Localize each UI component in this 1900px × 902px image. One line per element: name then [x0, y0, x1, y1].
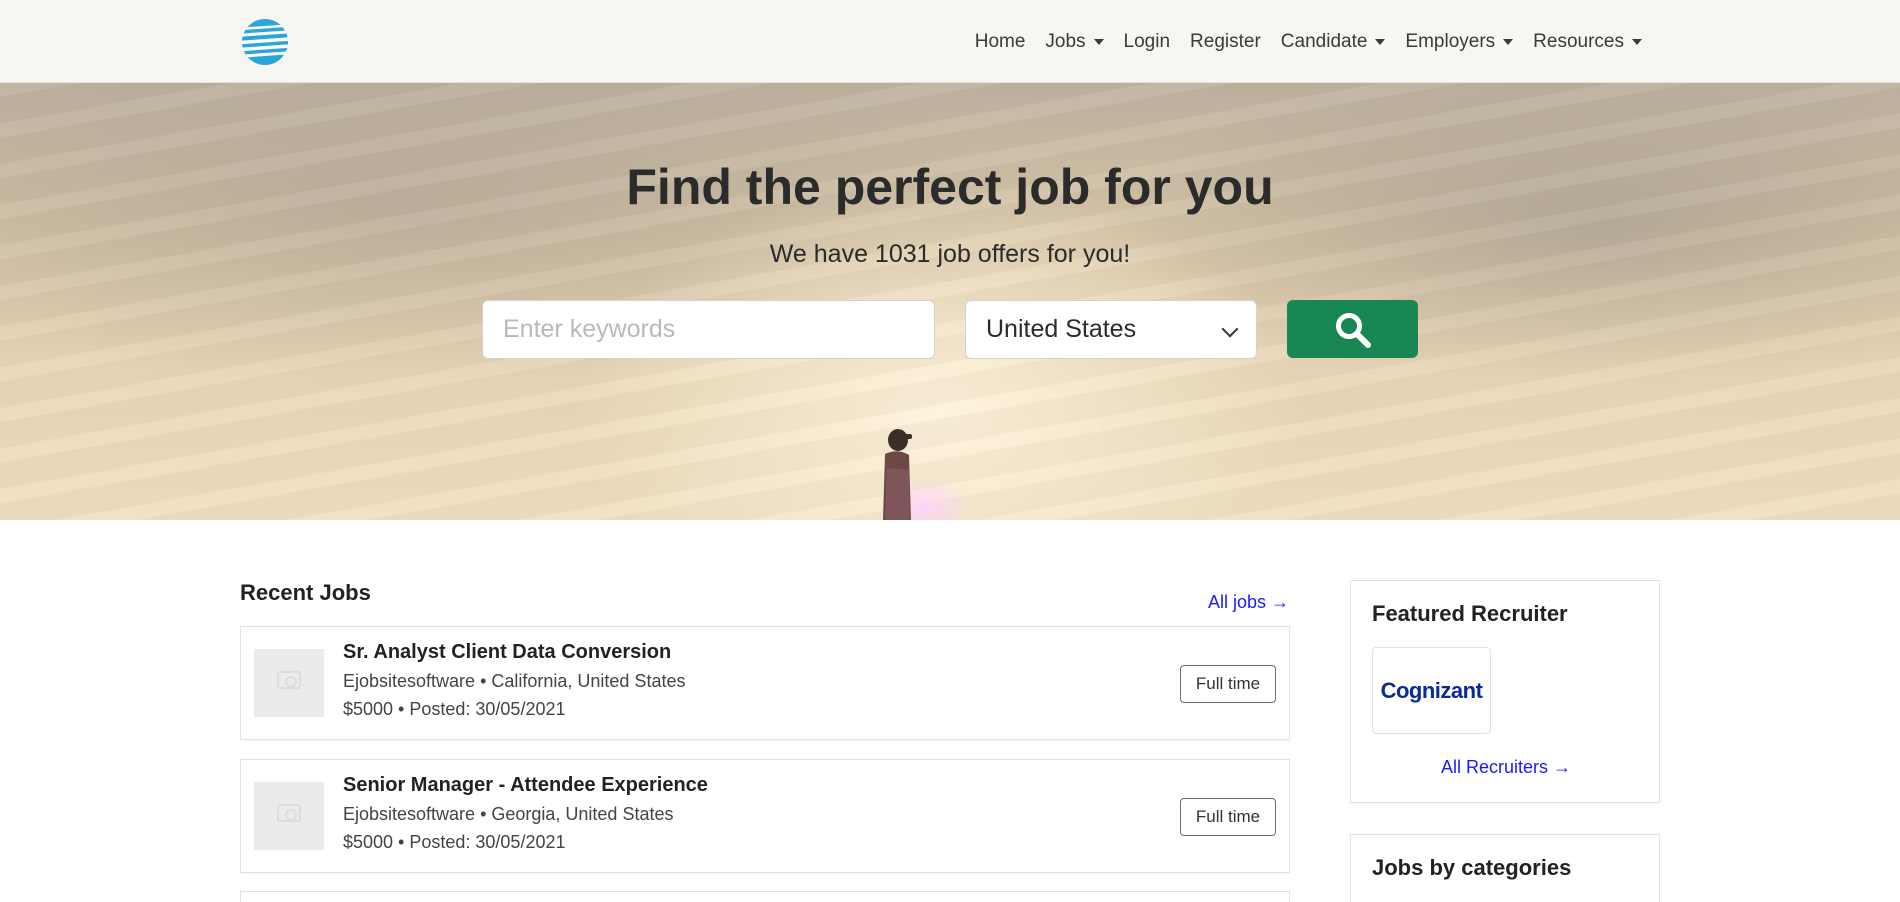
job-card[interactable]: [240, 891, 1290, 902]
hero-title: Find the perfect job for you: [626, 159, 1274, 215]
nav-item-candidate[interactable]: Candidate: [1271, 31, 1396, 53]
recruiter-logo-cognizant[interactable]: Cognizant: [1372, 647, 1491, 734]
keyword-search-input[interactable]: [482, 300, 935, 359]
company-logo-placeholder: [254, 782, 324, 850]
job-salary-posted: $5000 • Posted: 30/05/2021: [343, 699, 566, 719]
featured-recruiter-panel: Featured Recruiter Cognizant All Recruit…: [1350, 580, 1660, 803]
categories-panel: Jobs by categories: [1350, 834, 1660, 902]
featured-recruiter-title: Featured Recruiter: [1372, 601, 1568, 626]
job-card[interactable]: Senior Manager - Attendee Experience Ejo…: [240, 759, 1290, 873]
job-title[interactable]: Sr. Analyst Client Data Conversion: [343, 641, 671, 664]
job-type-badge: Full time: [1180, 798, 1276, 836]
categories-title: Jobs by categories: [1372, 855, 1572, 880]
camera-icon: [277, 671, 301, 689]
job-company-location: Ejobsitesoftware • California, United St…: [343, 671, 686, 691]
caret-down-icon: [1375, 38, 1386, 45]
chevron-down-icon: [1221, 320, 1239, 338]
camera-icon: [277, 804, 301, 822]
nav-label: Login: [1123, 30, 1171, 52]
recruiter-logo-text: Cognizant: [1380, 677, 1483, 703]
search-button[interactable]: [1287, 300, 1418, 358]
recent-jobs-title: Recent Jobs: [240, 580, 371, 605]
nav-menu: Home Jobs Login Register Candidate Emplo…: [965, 0, 1652, 83]
job-company-location: Ejobsitesoftware • Georgia, United State…: [343, 804, 674, 824]
nav-item-login[interactable]: Login: [1114, 31, 1181, 53]
job-card[interactable]: Sr. Analyst Client Data Conversion Ejobs…: [240, 626, 1290, 740]
brand-logo[interactable]: [240, 17, 290, 67]
company-logo-placeholder: [254, 649, 324, 717]
job-type-badge: Full time: [1180, 665, 1276, 703]
nav-item-resources[interactable]: Resources: [1523, 31, 1652, 53]
nav-item-register[interactable]: Register: [1180, 31, 1271, 53]
nav-item-jobs[interactable]: Jobs: [1035, 31, 1113, 53]
nav-label: Candidate: [1280, 30, 1368, 52]
nav-label: Resources: [1533, 30, 1624, 52]
job-salary-posted: $5000 • Posted: 30/05/2021: [343, 832, 566, 852]
caret-down-icon: [1093, 38, 1104, 45]
hero-background: [0, 83, 1900, 520]
nav-label: Register: [1190, 30, 1261, 52]
country-select[interactable]: United States: [965, 300, 1257, 359]
nav-label: Employers: [1405, 30, 1496, 52]
hero-banner: Find the perfect job for you We have 103…: [0, 83, 1900, 520]
top-navbar: Home Jobs Login Register Candidate Emplo…: [0, 0, 1900, 83]
nav-label: Jobs: [1045, 30, 1086, 52]
caret-down-icon: [1632, 38, 1642, 45]
caret-down-icon: [1503, 38, 1514, 45]
job-title[interactable]: Senior Manager - Attendee Experience: [343, 774, 708, 797]
nav-item-home[interactable]: Home: [965, 31, 1036, 53]
walking-person-silhouette: [883, 429, 912, 520]
search-icon: [1336, 313, 1371, 348]
nav-item-employers[interactable]: Employers: [1395, 31, 1523, 53]
all-jobs-link[interactable]: All jobs →: [1208, 592, 1289, 613]
nav-label: Home: [974, 30, 1026, 52]
hero-subtitle: We have 1031 job offers for you!: [769, 240, 1131, 268]
country-select-value: United States: [986, 315, 1137, 343]
all-recruiters-link[interactable]: All Recruiters →: [1351, 757, 1661, 778]
